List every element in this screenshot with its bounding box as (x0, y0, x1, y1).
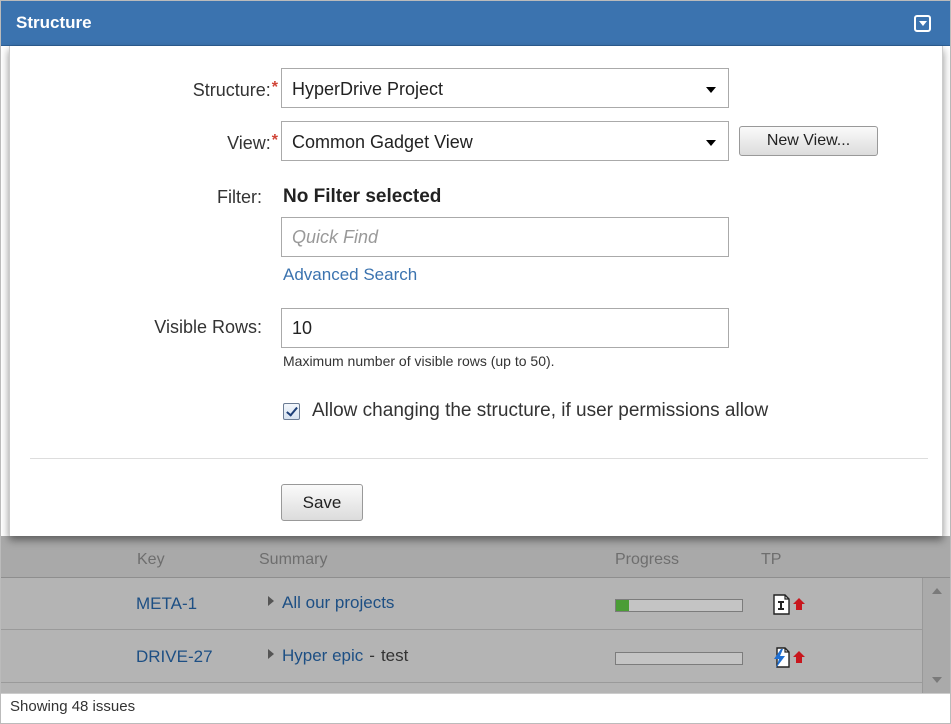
issue-count-status: Showing 48 issues (10, 698, 136, 715)
issue-summary-extra: test (380, 646, 409, 665)
structure-label: Structure:* (193, 79, 278, 101)
grid-scrollbar[interactable] (922, 578, 950, 693)
grid-header: Key Summary Progress TP (1, 536, 950, 578)
allow-changing-label[interactable]: Allow changing the structure, if user pe… (312, 400, 768, 422)
column-header-tp[interactable]: TP (761, 551, 781, 569)
scroll-up-icon[interactable] (932, 588, 942, 594)
filter-value: No Filter selected (283, 186, 442, 207)
visible-rows-input[interactable] (281, 308, 729, 348)
view-label-text: View: (227, 133, 271, 153)
priority-up-icon (793, 598, 805, 610)
quick-find-input[interactable] (281, 217, 729, 257)
type-priority-icons (771, 645, 811, 669)
issue-key-link[interactable]: META-1 (136, 594, 197, 614)
issues-grid: Key Summary Progress TP META-1 All our p… (1, 536, 950, 693)
column-header-progress[interactable]: Progress (615, 551, 679, 569)
structure-label-text: Structure: (192, 80, 271, 100)
visible-rows-label: Visible Rows: (154, 317, 262, 337)
column-header-summary[interactable]: Summary (259, 551, 327, 569)
table-row[interactable]: DRIVE-27 Hyper epic - test (1, 631, 922, 683)
expand-arrow-icon[interactable] (268, 649, 274, 659)
structure-select[interactable]: HyperDrive Project (281, 68, 729, 108)
issue-key-link[interactable]: DRIVE-27 (136, 647, 213, 667)
gadget-titlebar: Structure (1, 1, 950, 46)
issue-summary-text[interactable]: Hyper epic (282, 646, 363, 665)
epic-icon (774, 647, 805, 668)
column-header-key[interactable]: Key (137, 551, 165, 569)
advanced-search-link[interactable]: Advanced Search (283, 265, 417, 285)
required-marker: * (271, 132, 278, 149)
view-label: View:* (227, 132, 278, 154)
view-select[interactable]: Common Gadget View (281, 121, 729, 161)
allow-changing-checkbox[interactable] (283, 403, 300, 420)
issue-summary[interactable]: Hyper epic - test (268, 646, 408, 666)
save-button[interactable]: Save (281, 484, 363, 521)
gadget-title: Structure (16, 13, 92, 32)
config-panel: Structure:* HyperDrive Project View:* Co… (9, 46, 943, 536)
filter-label: Filter: (217, 187, 262, 207)
progress-bar (615, 599, 743, 612)
chevron-down-icon (706, 140, 716, 146)
structure-gadget: Structure Key Summary Progress TP META-1… (0, 0, 951, 724)
gadget-footer: Showing 48 issues (1, 693, 950, 723)
required-marker: * (271, 79, 278, 96)
scroll-down-icon[interactable] (932, 677, 942, 683)
table-row[interactable]: META-1 All our projects (1, 578, 922, 630)
new-view-button[interactable]: New View... (739, 126, 878, 156)
progress-bar-fill (616, 600, 629, 611)
type-priority-icons (771, 592, 811, 616)
issue-summary[interactable]: All our projects (268, 593, 394, 613)
priority-up-icon (793, 651, 805, 663)
issue-summary-text[interactable]: All our projects (282, 593, 394, 612)
progress-bar (615, 652, 743, 665)
expand-arrow-icon[interactable] (268, 596, 274, 606)
structure-select-value: HyperDrive Project (292, 79, 444, 99)
chevron-down-icon (706, 87, 716, 93)
divider (30, 458, 928, 459)
gadget-menu-dropdown-icon[interactable] (914, 15, 931, 32)
visible-rows-hint: Maximum number of visible rows (up to 50… (283, 353, 555, 369)
summary-separator: - (369, 646, 375, 665)
view-select-value: Common Gadget View (292, 132, 473, 152)
task-icon (773, 594, 805, 615)
